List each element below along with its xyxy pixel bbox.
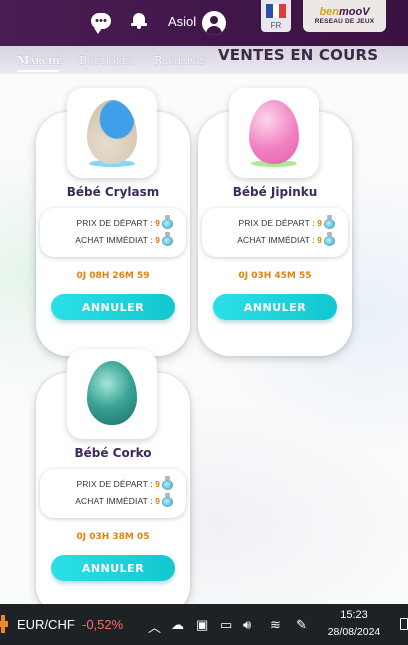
language-code: FR (270, 21, 282, 30)
potion-icon (323, 232, 336, 246)
volume-icon[interactable]: 🔊︎ (243, 617, 251, 633)
logo-brand-prefix: ben (319, 6, 339, 18)
logo-subtitle: RESEAU DE JEUX (314, 18, 375, 25)
sale-card: Bébé Jipinku PRIX DE DÉPART : 9 ACHAT IM… (198, 88, 352, 356)
notification-icon[interactable] (400, 618, 408, 630)
ticker-change[interactable]: -0,52% (82, 617, 123, 632)
benmoov-logo[interactable]: benmooV RESEAU DE JEUX (303, 0, 386, 32)
buyout-value: 9 (317, 235, 322, 245)
ticker-pair[interactable]: EUR/CHF (17, 617, 75, 632)
battery-icon[interactable]: ▭ (220, 617, 232, 633)
bell-icon[interactable] (131, 11, 147, 29)
username[interactable]: Asiol (168, 14, 196, 29)
logo-brand: mooV (339, 6, 370, 18)
start-price-label: PRIX DE DÉPART : (76, 479, 153, 489)
sale-timer: 0J 08H 26M 59 (76, 271, 150, 281)
pen-icon[interactable]: ✎ (296, 617, 307, 633)
france-flag-icon (266, 4, 287, 18)
start-price-value: 9 (317, 218, 322, 228)
nav-item-recharge[interactable]: Recharge (154, 54, 205, 67)
cancel-button[interactable]: ANNULER (51, 555, 175, 581)
start-price-label: PRIX DE DÉPART : (76, 218, 153, 228)
start-price-value: 9 (155, 218, 160, 228)
market-ticker-icon (0, 615, 8, 633)
avatar-icon[interactable] (202, 11, 226, 35)
top-bar: Asiol FR benmooV RESEAU DE JEUX (0, 0, 408, 46)
chevron-up-icon[interactable]: ︿ (148, 617, 161, 636)
buyout-label: ACHAT IMMÉDIAT : (237, 235, 315, 245)
clock-date[interactable]: 28/08/2024 (321, 626, 387, 638)
nav-item-marche[interactable]: Marché (17, 54, 62, 67)
price-box: PRIX DE DÉPART : 9 ACHAT IMMÉDIAT : 9 (202, 208, 348, 257)
sale-timer: 0J 03H 38M 05 (76, 532, 150, 542)
potion-icon (161, 493, 174, 507)
pet-image-frame (67, 349, 157, 439)
buyout-value: 9 (155, 496, 160, 506)
egg-jipinku-icon (249, 100, 299, 164)
nav-item-boutiques[interactable]: Boutiques (79, 54, 134, 67)
pet-image-frame (229, 88, 319, 178)
pet-name: Bébé Jipinku (232, 185, 318, 199)
cloud-icon[interactable]: ☁ (171, 617, 184, 633)
potion-icon (161, 215, 174, 229)
price-box: PRIX DE DÉPART : 9 ACHAT IMMÉDIAT : 9 (40, 469, 186, 518)
cancel-button[interactable]: ANNULER (51, 294, 175, 320)
potion-icon (161, 476, 174, 490)
egg-crylasm-icon (87, 100, 137, 164)
clock-time[interactable]: 15:23 (321, 609, 387, 621)
pet-name: Bébé Crylasm (66, 185, 160, 199)
nav-active-underline (17, 70, 59, 72)
cancel-button[interactable]: ANNULER (213, 294, 337, 320)
language-selector[interactable]: FR (261, 0, 291, 32)
sale-timer: 0J 03H 45M 55 (238, 271, 312, 281)
pet-name: Bébé Corko (74, 446, 152, 460)
price-box: PRIX DE DÉPART : 9 ACHAT IMMÉDIAT : 9 (40, 208, 186, 257)
potion-icon (323, 215, 336, 229)
section-title: VENTES EN COURS (218, 46, 379, 64)
start-price-value: 9 (155, 479, 160, 489)
taskbar: EUR/CHF -0,52% ︿ ☁ ▣ ▭ 🔊︎ ≋ ✎ 15:23 28/0… (0, 604, 408, 645)
buyout-value: 9 (155, 235, 160, 245)
buyout-label: ACHAT IMMÉDIAT : (75, 496, 153, 506)
pet-image-frame (67, 88, 157, 178)
sale-card: Bébé Corko PRIX DE DÉPART : 9 ACHAT IMMÉ… (36, 349, 190, 617)
buyout-label: ACHAT IMMÉDIAT : (75, 235, 153, 245)
start-price-label: PRIX DE DÉPART : (238, 218, 315, 228)
camera-icon[interactable]: ▣ (196, 617, 208, 633)
egg-corko-icon (87, 361, 137, 425)
sale-card: Bébé Crylasm PRIX DE DÉPART : 9 ACHAT IM… (36, 88, 190, 356)
chat-icon[interactable] (91, 13, 111, 34)
potion-icon (161, 232, 174, 246)
wifi-icon[interactable]: ≋ (270, 617, 281, 633)
